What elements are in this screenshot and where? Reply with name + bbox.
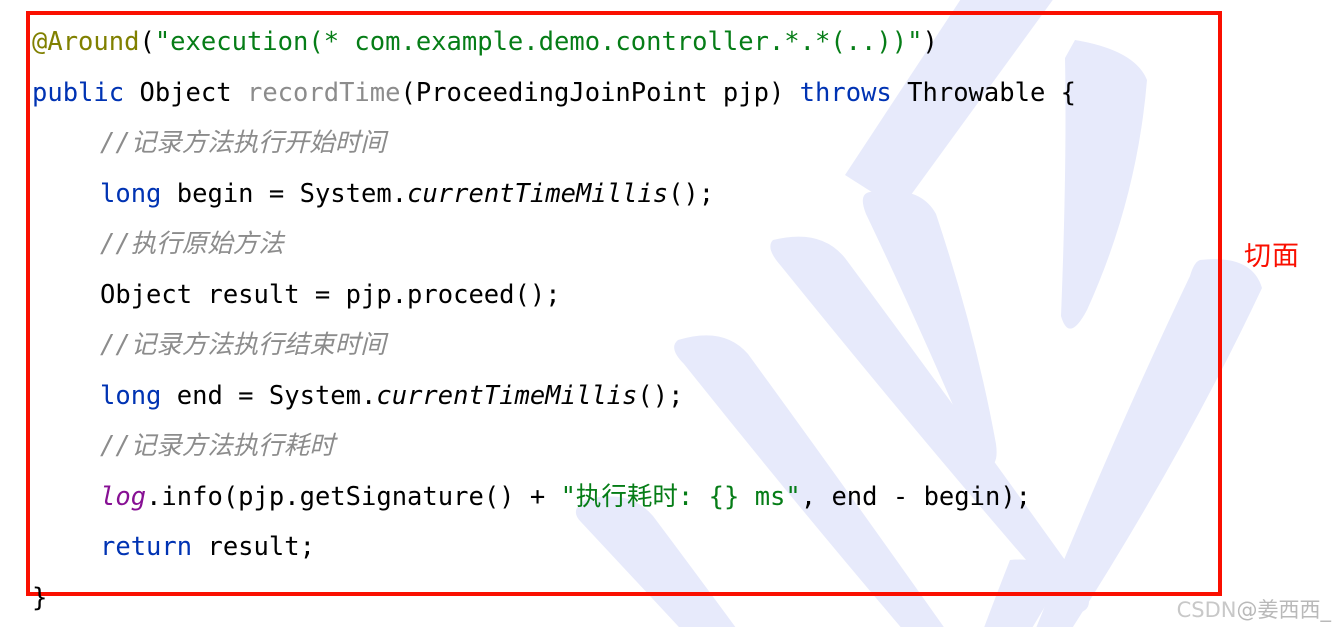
code-token-static: currentTimeMillis [407,178,669,209]
code-line: long end = System.currentTimeMillis(); [32,371,1332,422]
code-token-plain: , end - begin); [800,481,1032,512]
code-token-comment: //执行原始方法 [100,229,284,259]
code-token-keyword: public [32,77,125,108]
code-token-method: recordTime [246,77,401,108]
code-line: //记录方法执行耗时 [32,421,1332,472]
code-token-comment: //记录方法执行开始时间 [100,128,386,158]
code-token-plain: Object result = pjp.proceed(); [100,279,561,310]
csdn-watermark: CSDN@姜西西_ [1177,600,1331,621]
code-token-plain: .info(pjp.getSignature() + [146,481,561,512]
code-line: long begin = System.currentTimeMillis(); [32,169,1332,220]
code-line: //执行原始方法 [32,219,1332,270]
code-token-plain: (ProceedingJoinPoint pjp) [400,77,800,108]
aspect-annotation-label: 切面 [1244,241,1300,272]
code-token-plain: result; [192,532,315,562]
code-token-field: log [100,481,147,512]
code-token-plain: begin = System. [161,178,408,209]
code-token-annotation: @Around [32,27,140,57]
code-line: //记录方法执行结束时间 [32,320,1332,371]
code-token-static: currentTimeMillis [376,380,638,411]
code-token-plain: (); [668,178,715,209]
watermark-site: CSDN [1176,598,1237,622]
code-line: //记录方法执行开始时间 [32,118,1332,169]
code-listing: @Around("execution(* com.example.demo.co… [32,17,1332,623]
code-token-plain: (); [637,380,684,411]
code-token-plain: } [32,582,48,613]
code-token-plain: ) [922,27,938,57]
code-token-keyword: return [100,532,193,562]
code-token-plain: Object [139,77,232,108]
code-token-comment: //记录方法执行耗时 [100,431,335,461]
code-token-comment: //记录方法执行结束时间 [100,330,386,360]
code-line: log.info(pjp.getSignature() + "执行耗时: {} … [32,472,1332,523]
code-token-keyword: long [100,178,162,209]
code-line: @Around("execution(* com.example.demo.co… [32,17,1332,68]
code-token-string: "execution(* com.example.demo.controller… [154,27,923,57]
watermark-user: @姜西西_ [1236,598,1332,622]
code-token-plain: Throwable { [891,77,1077,108]
code-token-plain: ( [139,27,155,57]
code-token-string: "执行耗时: {} ms" [560,481,801,512]
code-line: public Object recordTime(ProceedingJoinP… [32,68,1332,119]
code-token-keyword: throws [799,77,892,108]
code-token-plain: end = System. [161,380,377,411]
code-line: return result; [32,522,1332,573]
code-token-keyword: long [100,380,162,411]
code-line: Object result = pjp.proceed(); [32,270,1332,321]
code-line: } [32,573,1332,624]
